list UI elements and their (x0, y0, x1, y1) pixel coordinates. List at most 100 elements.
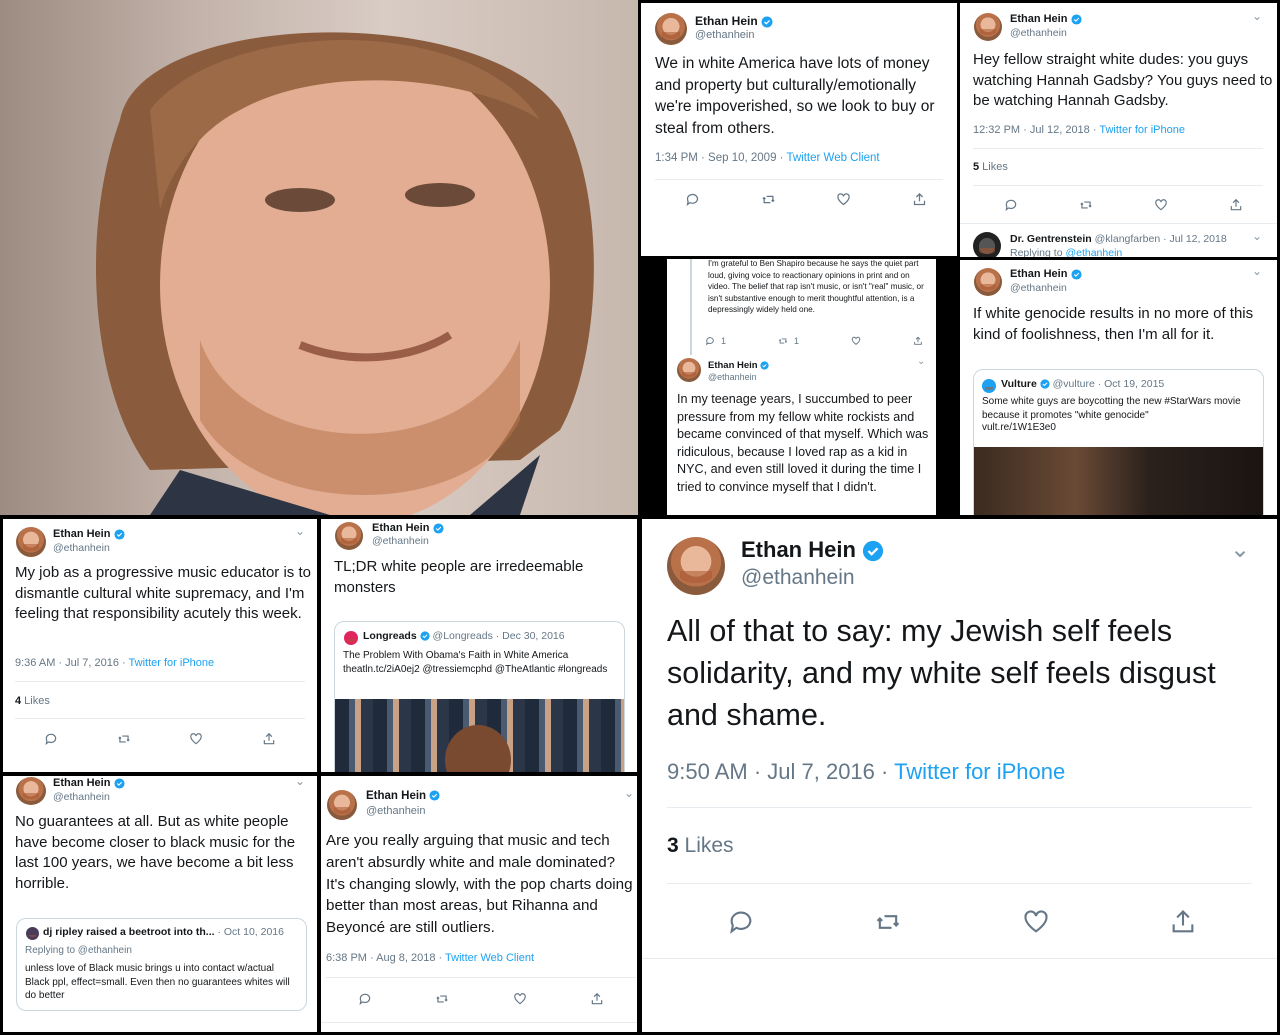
chevron-down-icon[interactable]: ⌄ (624, 786, 634, 800)
divider (973, 185, 1263, 186)
tweet-tldr: Ethan Hein @ethanhein TL;DR white people… (321, 519, 637, 772)
verified-badge-icon (1040, 379, 1050, 389)
tweet-jewish-self: Ethan Hein @ethanhein ⌄ All of that to s… (642, 519, 1277, 1032)
share-icon[interactable] (1169, 908, 1197, 936)
reply-author[interactable]: Dr. Gentrenstein @klangfarben · Jul 12, … (1010, 233, 1227, 245)
quote-avatar (26, 927, 39, 940)
avatar[interactable] (667, 537, 725, 595)
author-name[interactable]: Ethan Hein (695, 14, 773, 28)
divider (321, 1022, 637, 1023)
quote-image (335, 699, 624, 772)
avatar[interactable] (974, 268, 1002, 296)
chevron-down-icon[interactable]: ⌄ (1230, 535, 1250, 564)
divider (667, 883, 1252, 884)
divider (642, 958, 1277, 959)
tweet-text: If white genocide results in no more of … (973, 305, 1254, 343)
like-icon[interactable] (836, 192, 851, 207)
quote-avatar (982, 379, 996, 393)
reply-icon[interactable] (1004, 198, 1018, 212)
chevron-down-icon[interactable]: ⌄ (917, 356, 925, 367)
source-link[interactable]: Twitter Web Client (786, 152, 879, 164)
avatar[interactable] (974, 13, 1002, 41)
avatar[interactable] (16, 527, 46, 557)
likes-count[interactable]: 3 Likes (667, 834, 734, 858)
author-name[interactable]: Ethan Hein (372, 522, 444, 534)
share-icon[interactable] (913, 336, 923, 346)
author-handle[interactable]: @ethanhein (741, 566, 855, 590)
likes-count[interactable]: 4 Likes (15, 695, 50, 707)
verified-badge-icon (420, 631, 430, 641)
author-name[interactable]: Ethan Hein (1010, 13, 1082, 25)
tweet-meta: 1:34 PM · Sep 10, 2009 · Twitter Web Cli… (655, 152, 880, 164)
tweet-meta: 6:38 PM · Aug 8, 2018 · Twitter Web Clie… (326, 952, 535, 964)
reply-icon[interactable] (44, 732, 58, 746)
like-icon[interactable] (1154, 198, 1168, 212)
tweet-no-guarantees: Ethan Hein @ethanhein ⌄ No guarantees at… (3, 776, 317, 1032)
author-name[interactable]: Ethan Hein (53, 528, 125, 540)
avatar[interactable] (327, 790, 357, 820)
retweet-icon[interactable] (1079, 198, 1093, 212)
author-handle[interactable]: @ethanhein (1010, 282, 1067, 294)
author-name[interactable]: Ethan Hein (1010, 268, 1082, 280)
like-icon[interactable] (513, 992, 527, 1006)
author-handle[interactable]: @ethanhein (366, 805, 426, 817)
reply-icon[interactable] (358, 992, 372, 1006)
source-link[interactable]: Twitter for iPhone (129, 657, 215, 669)
verified-badge-icon (113, 529, 125, 540)
tweet-text: My job as a progressive music educator i… (15, 564, 311, 622)
likes-count[interactable]: 5 Likes (973, 161, 1008, 173)
chevron-down-icon[interactable]: ⌄ (1252, 229, 1262, 243)
verified-badge-icon (113, 778, 125, 789)
source-link[interactable]: Twitter for iPhone (894, 759, 1065, 784)
avatar[interactable] (335, 522, 363, 550)
author-handle[interactable]: @ethanhein (1010, 27, 1067, 39)
verified-badge-icon (761, 16, 773, 28)
tweet-meta: 9:50 AM · Jul 7, 2016 · Twitter for iPho… (667, 759, 1066, 784)
author-name[interactable]: Ethan Hein (366, 790, 440, 802)
reply-icon[interactable] (685, 192, 700, 207)
author-name[interactable]: Ethan Hein (741, 537, 884, 563)
tweet-meta: 9:36 AM · Jul 7, 2016 · Twitter for iPho… (15, 657, 215, 669)
share-icon[interactable] (912, 192, 927, 207)
quote-link[interactable]: vult.re/1W1E3e0 (982, 422, 1056, 433)
retweet-icon[interactable] (117, 732, 131, 746)
like-icon[interactable] (189, 732, 203, 746)
share-icon[interactable] (1229, 198, 1243, 212)
retweet-icon[interactable] (761, 192, 776, 207)
chevron-down-icon[interactable]: ⌄ (1252, 264, 1262, 278)
share-icon[interactable] (590, 992, 604, 1006)
author-name[interactable]: Ethan Hein (53, 777, 125, 789)
reply-avatar[interactable] (973, 232, 1001, 257)
chevron-down-icon[interactable]: ⌄ (1252, 9, 1262, 23)
source-link[interactable]: Twitter for iPhone (1099, 124, 1185, 136)
like-icon[interactable] (1022, 908, 1050, 936)
avatar[interactable] (677, 358, 701, 382)
author-handle[interactable]: @ethanhein (695, 29, 755, 41)
action-bar (15, 730, 305, 748)
author-handle[interactable]: @ethanhein (53, 791, 110, 803)
avatar[interactable] (16, 777, 46, 805)
author-handle[interactable]: @ethanhein (372, 535, 429, 547)
previous-tweet-text: I'm grateful to Ben Shapiro because he s… (708, 259, 924, 315)
like-icon[interactable] (851, 336, 861, 346)
author-handle[interactable]: @ethanhein (53, 542, 110, 554)
avatar[interactable] (655, 13, 687, 45)
quoted-tweet[interactable]: Vulture @vulture · Oct 19, 2015 Some whi… (973, 369, 1264, 515)
author-name[interactable]: Ethan Hein (708, 360, 769, 371)
divider (326, 977, 636, 978)
quoted-tweet[interactable]: Longreads @Longreads · Dec 30, 2016 The … (334, 621, 625, 772)
tweet-meta: 12:32 PM · Jul 12, 2018 · Twitter for iP… (973, 124, 1185, 136)
retweet-icon[interactable]: 1 (778, 336, 799, 346)
author-handle[interactable]: @ethanhein (708, 372, 757, 382)
source-link[interactable]: Twitter Web Client (445, 952, 534, 964)
chevron-down-icon[interactable]: ⌄ (295, 776, 305, 788)
reply-icon[interactable] (727, 908, 755, 936)
quoted-tweet[interactable]: dj ripley raised a beetroot into th... ·… (16, 918, 307, 1011)
reply-icon[interactable]: 1 (705, 336, 726, 346)
share-icon[interactable] (262, 732, 276, 746)
quote-author: dj ripley raised a beetroot into th... ·… (43, 926, 284, 938)
retweet-icon[interactable] (435, 992, 449, 1006)
chevron-down-icon[interactable]: ⌄ (295, 524, 305, 538)
retweet-icon[interactable] (874, 908, 902, 936)
tweet-text: Hey fellow straight white dudes: you guy… (973, 51, 1273, 109)
